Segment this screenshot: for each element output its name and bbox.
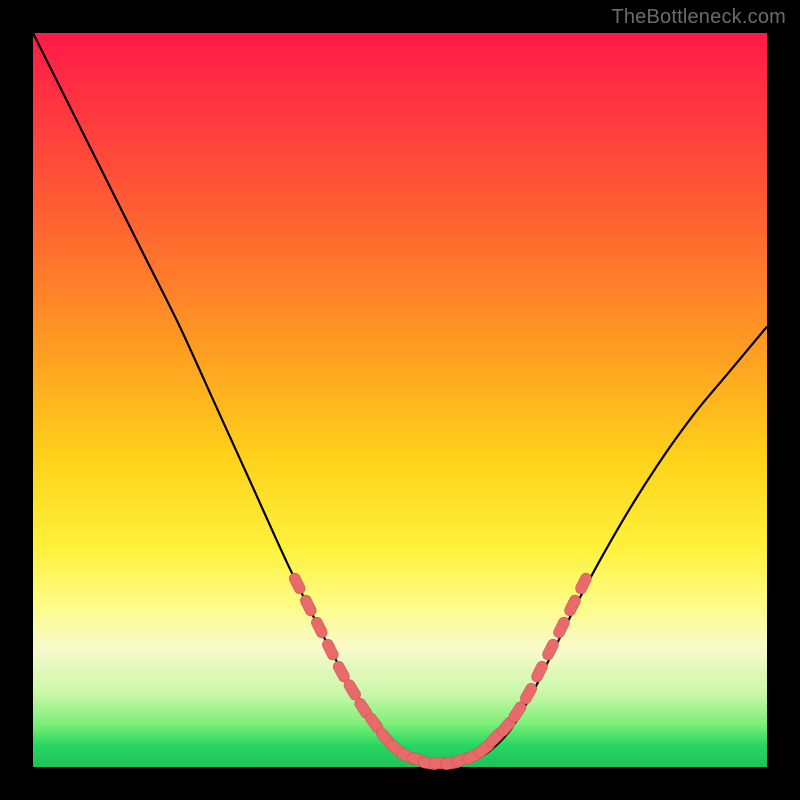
data-marker — [320, 637, 340, 662]
data-marker — [530, 659, 550, 684]
marker-group — [287, 571, 593, 770]
data-marker — [552, 615, 572, 640]
chart-frame: TheBottleneck.com — [0, 0, 800, 800]
chart-svg — [33, 33, 767, 767]
data-marker — [298, 593, 318, 618]
bottleneck-curve — [33, 33, 767, 764]
data-marker — [287, 571, 307, 596]
data-marker — [574, 571, 594, 596]
data-marker — [309, 615, 329, 640]
watermark-text: TheBottleneck.com — [611, 6, 786, 29]
data-marker — [563, 593, 583, 618]
data-marker — [541, 637, 561, 662]
